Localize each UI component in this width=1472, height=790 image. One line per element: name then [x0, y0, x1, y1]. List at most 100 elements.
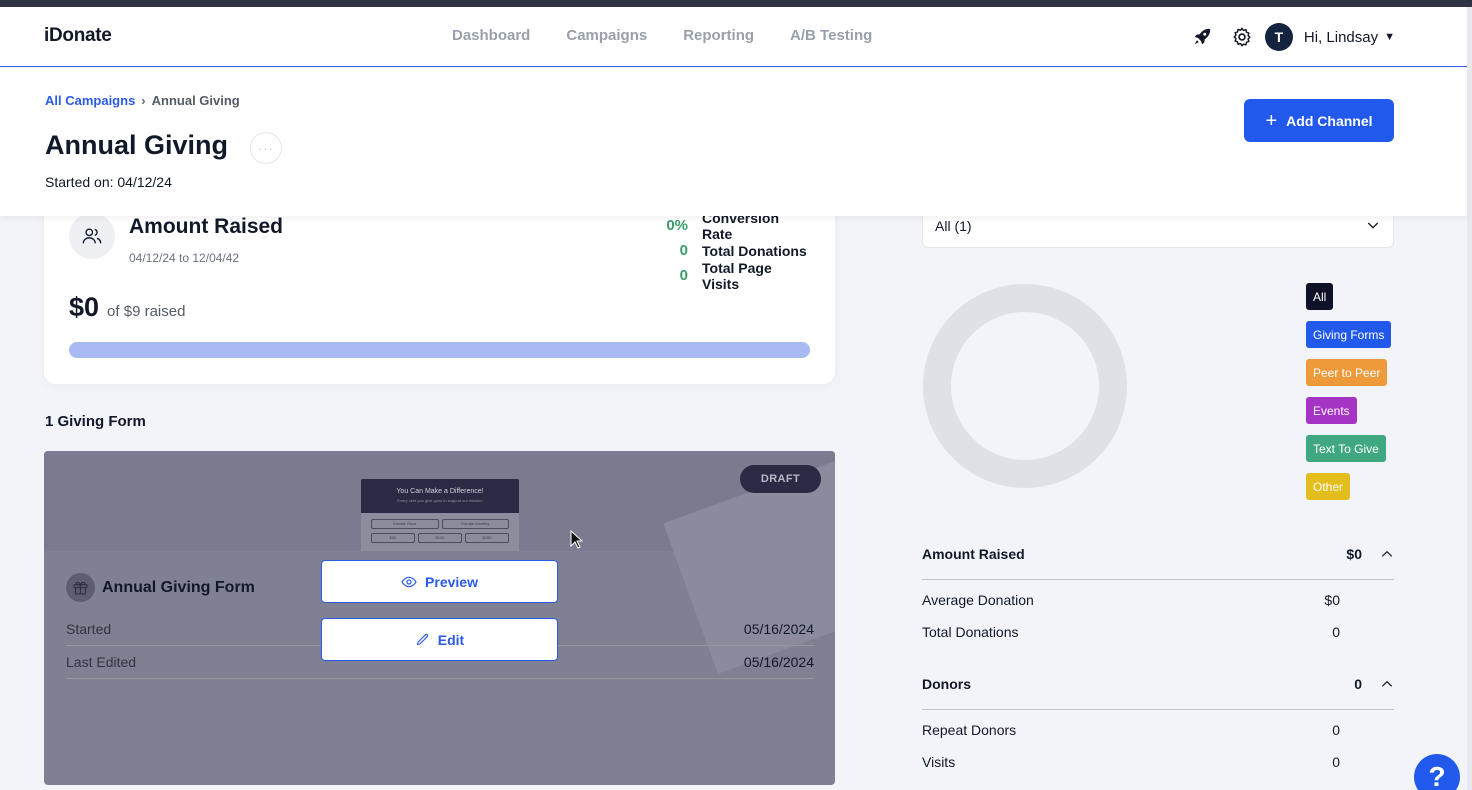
raised-progress-bar — [69, 342, 810, 358]
gear-icon[interactable] — [1231, 26, 1253, 48]
pencil-icon — [415, 632, 430, 647]
visits-row: Visits 0 — [922, 754, 1340, 770]
chevron-up-icon — [1380, 677, 1394, 691]
total-donations-row: Total Donations 0 — [922, 624, 1340, 640]
section-value: $0 — [1302, 546, 1362, 562]
kpi-label: Total Donations — [702, 243, 810, 259]
row-label: Visits — [922, 754, 955, 770]
amount-raised-title: Amount Raised — [129, 215, 283, 239]
giving-forms-section-title: 1 Giving Form — [45, 413, 146, 430]
kpi-value: 0 — [648, 242, 688, 259]
nav-reporting[interactable]: Reporting — [683, 27, 754, 44]
user-menu-caret-icon[interactable]: ▼ — [1384, 31, 1395, 43]
amount-raised-section-toggle[interactable]: Amount Raised $0 — [922, 541, 1394, 567]
nav-dashboard[interactable]: Dashboard — [452, 27, 530, 44]
breadcrumb-all-campaigns[interactable]: All Campaigns — [45, 93, 135, 108]
gift-icon — [66, 573, 95, 602]
row-value: 0 — [1332, 722, 1340, 738]
repeat-donors-row: Repeat Donors 0 — [922, 722, 1340, 738]
mock-amount: $250 — [465, 533, 509, 543]
section-title: Donors — [922, 676, 1302, 692]
draft-status-badge: DRAFT — [740, 465, 821, 493]
breadcrumb-chevron-icon: › — [141, 93, 145, 108]
kpi-value: 0 — [648, 267, 688, 284]
mock-heading: You Can Make a Difference! — [396, 488, 483, 495]
mock-header: You Can Make a Difference! Every cent yo… — [361, 479, 519, 513]
kpi-value: 0% — [648, 217, 688, 234]
meta-label: Started — [66, 621, 111, 637]
mock-tab: Donate Once — [371, 519, 439, 529]
chevron-down-icon — [1365, 217, 1381, 233]
mock-subheading: Every cent you give goes to support our … — [361, 498, 519, 503]
raised-summary: $0 of $9 raised — [69, 292, 185, 323]
section-title: Amount Raised — [922, 546, 1302, 562]
breadcrumb-current: Annual Giving — [152, 93, 240, 108]
user-avatar[interactable]: T — [1265, 23, 1293, 51]
chip-peer-to-peer[interactable]: Peer to Peer — [1306, 359, 1387, 386]
row-value: 0 — [1332, 754, 1340, 770]
row-label: Average Donation — [922, 592, 1034, 608]
mock-tab: Donate Monthly — [442, 519, 510, 529]
chip-events[interactable]: Events — [1306, 397, 1357, 424]
meta-value: 05/16/2024 — [744, 621, 814, 637]
eye-icon — [401, 574, 417, 590]
donors-section-toggle[interactable]: Donors 0 — [922, 671, 1394, 697]
window-top-strip — [0, 0, 1472, 7]
row-value: $0 — [1324, 592, 1340, 608]
user-greeting[interactable]: Hi, Lindsay — [1304, 29, 1378, 46]
kpi-list: 0% Conversion Rate 0 Total Donations 0 T… — [648, 213, 810, 288]
preview-label: Preview — [425, 574, 478, 590]
people-icon — [69, 213, 115, 259]
chip-all[interactable]: All — [1306, 283, 1333, 310]
more-options-button[interactable]: ··· — [250, 132, 282, 164]
page-header: All Campaigns › Annual Giving Annual Giv… — [0, 68, 1467, 216]
filter-value: All (1) — [935, 218, 972, 234]
mock-tabs: Donate Once Donate Monthly — [371, 519, 509, 529]
campaign-date-range: 04/12/24 to 12/04/42 — [129, 251, 239, 265]
nav-ab-testing[interactable]: A/B Testing — [790, 27, 872, 44]
mouse-cursor-icon — [570, 530, 583, 549]
page-scrollbar[interactable] — [1467, 7, 1472, 790]
mock-amount: $100 — [418, 533, 462, 543]
plus-icon: + — [1265, 111, 1277, 131]
divider — [922, 579, 1394, 580]
form-thumbnail: You Can Make a Difference! Every cent yo… — [44, 451, 835, 551]
breadcrumb: All Campaigns › Annual Giving — [45, 93, 240, 108]
add-channel-button[interactable]: + Add Channel — [1244, 99, 1394, 142]
rocket-icon[interactable] — [1191, 26, 1213, 48]
preview-button[interactable]: Preview — [321, 560, 558, 603]
giving-form-card[interactable]: You Can Make a Difference! Every cent yo… — [44, 451, 835, 785]
kpi-total-page-visits: 0 Total Page Visits — [648, 263, 810, 288]
user-area: T Hi, Lindsay ▼ — [1191, 23, 1395, 51]
meta-label: Last Edited — [66, 654, 136, 670]
average-donation-row: Average Donation $0 — [922, 592, 1340, 608]
row-label: Repeat Donors — [922, 722, 1016, 738]
nav-campaigns[interactable]: Campaigns — [566, 27, 647, 44]
mock-amount: $50 — [371, 533, 415, 543]
edit-button[interactable]: Edit — [321, 618, 558, 661]
chevron-up-icon — [1380, 547, 1394, 561]
idonate-logo[interactable]: iDonate — [44, 25, 112, 47]
chip-text-to-give[interactable]: Text To Give — [1306, 435, 1386, 462]
mock-amounts: $50 $100 $250 — [371, 533, 509, 543]
edit-label: Edit — [438, 632, 464, 648]
kpi-conversion-rate: 0% Conversion Rate — [648, 213, 810, 238]
campaign-start-date: Started on: 04/12/24 — [45, 174, 172, 190]
form-name[interactable]: Annual Giving Form — [102, 579, 255, 597]
chip-other[interactable]: Other — [1306, 473, 1350, 500]
add-channel-label: Add Channel — [1286, 113, 1372, 129]
help-button[interactable]: ? — [1414, 754, 1460, 790]
raised-goal: of $9 raised — [107, 303, 185, 320]
main-nav: Dashboard Campaigns Reporting A/B Testin… — [452, 27, 872, 44]
top-navbar: iDonate Dashboard Campaigns Reporting A/… — [0, 7, 1467, 67]
page-title: Annual Giving — [45, 130, 228, 161]
meta-value: 05/16/2024 — [744, 654, 814, 670]
section-value: 0 — [1302, 676, 1362, 692]
raised-amount: $0 — [69, 292, 99, 323]
mock-body: Donate Once Donate Monthly $50 $100 $250 — [361, 513, 519, 551]
kpi-label: Total Page Visits — [702, 260, 810, 292]
chip-giving-forms[interactable]: Giving Forms — [1306, 321, 1391, 348]
divider — [922, 709, 1394, 710]
row-value: 0 — [1332, 624, 1340, 640]
row-label: Total Donations — [922, 624, 1019, 640]
